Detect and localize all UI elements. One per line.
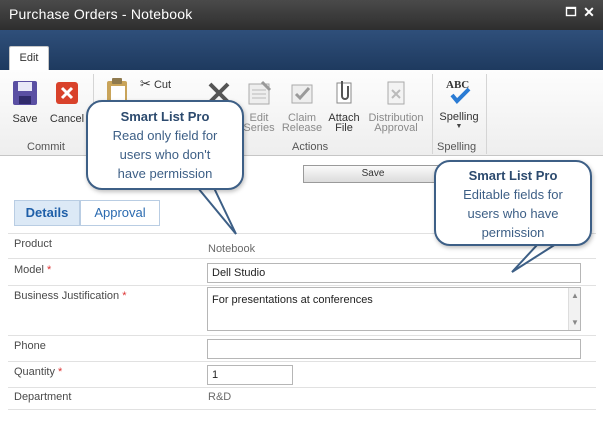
callout-read-only: Smart List Pro Read only field for users… bbox=[86, 100, 244, 190]
callout-editable: Smart List Pro Editable fields for users… bbox=[434, 160, 592, 246]
